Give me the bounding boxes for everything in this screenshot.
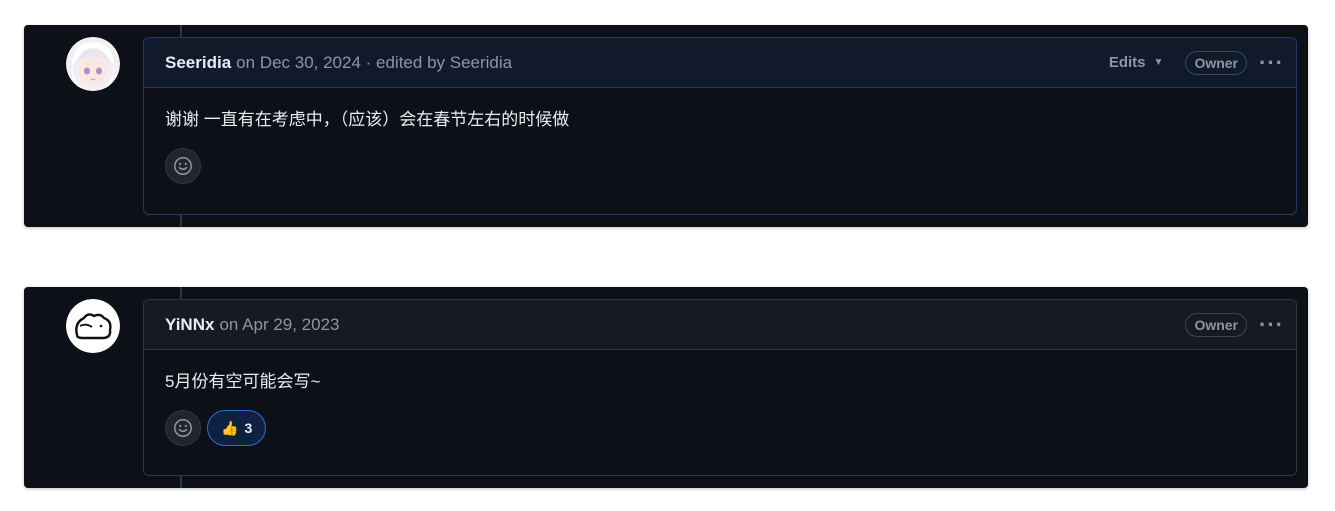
comment-meta[interactable]: on Apr 29, 2023 [219,315,339,335]
comment-header: YiNNx on Apr 29, 2023 Owner ··· [144,300,1296,350]
add-reaction-button[interactable] [165,148,201,184]
comment-box: Seeridia on Dec 30, 2024 · edited by See… [143,37,1297,215]
owner-badge: Owner [1185,312,1248,337]
thumbs-up-icon: 👍 [221,419,239,436]
thumbs-up-reaction-button[interactable]: 👍 3 [207,410,267,446]
avatar[interactable] [66,299,120,353]
comment-header: Seeridia on Dec 30, 2024 · edited by See… [144,38,1296,88]
reactions-bar: 👍 3 [165,410,1275,446]
comment-card-seeridia: Seeridia on Dec 30, 2024 · edited by See… [24,25,1308,227]
comment-body: 5月份有空可能会写~ [165,372,321,391]
owner-badge: Owner [1185,50,1248,75]
smiley-icon [174,157,192,175]
comment-body: 谢谢 一直有在考虑中，（应该）会在春节左右的时候做 [165,110,570,129]
smiley-icon [174,419,192,437]
author-link[interactable]: Seeridia [165,53,231,73]
edits-label: Edits [1108,54,1146,71]
reactions-bar [165,148,1275,184]
comment-card-yinnx: YiNNx on Apr 29, 2023 Owner ··· 5月份有空可能会… [24,287,1308,488]
edits-dropdown[interactable]: Edits ▼ [1109,54,1164,71]
add-reaction-button[interactable] [165,410,201,446]
comment-meta[interactable]: on Dec 30, 2024 · edited by Seeridia [236,53,512,73]
comment-box: YiNNx on Apr 29, 2023 Owner ··· 5月份有空可能会… [143,299,1297,476]
kebab-menu-icon[interactable]: ··· [1259,51,1284,74]
avatar[interactable] [66,37,120,91]
kebab-menu-icon[interactable]: ··· [1259,313,1284,336]
author-link[interactable]: YiNNx [165,315,214,335]
caret-down-icon: ▼ [1153,57,1164,68]
reaction-count: 3 [244,420,253,436]
